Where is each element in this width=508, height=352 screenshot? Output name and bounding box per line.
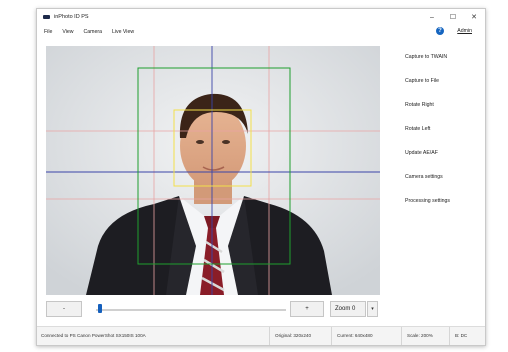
rotate-right-button[interactable]: Rotate Right	[389, 93, 479, 117]
camera-app-icon	[43, 15, 50, 19]
zoom-in-button[interactable]: +	[290, 301, 324, 317]
processing-settings-button[interactable]: Processing settings	[389, 189, 479, 213]
status-scale: Scale: 200%	[401, 327, 447, 345]
menu-view[interactable]: View	[62, 29, 73, 35]
rotate-left-button[interactable]: Rotate Left	[389, 117, 479, 141]
zoom-controls: - + Zoom 0 ▾	[46, 301, 380, 319]
chevron-down-icon[interactable]: ▾	[367, 301, 378, 317]
camera-settings-button[interactable]: Camera settings	[389, 165, 479, 189]
status-extra: B: DC	[449, 327, 485, 345]
help-icon[interactable]: ?	[436, 27, 444, 35]
menu-camera[interactable]: Camera	[84, 29, 102, 35]
action-panel: Capture to TWAIN Capture to File Rotate …	[389, 45, 479, 213]
zoom-slider-thumb[interactable]	[97, 304, 102, 313]
menu-file[interactable]: File	[44, 29, 52, 35]
status-connection: Connected to PS Canon PowerShot SX150IS …	[41, 333, 146, 338]
app-window: inPhoto ID PS – ☐ ✕ File View Camera Liv…	[36, 8, 486, 346]
capture-to-file-button[interactable]: Capture to File	[389, 69, 479, 93]
zoom-select[interactable]: Zoom 0	[330, 301, 366, 317]
maximize-button[interactable]: ☐	[446, 12, 460, 22]
window-title: inPhoto ID PS	[54, 14, 89, 20]
live-view-preview	[46, 46, 380, 295]
minimize-button[interactable]: –	[425, 12, 439, 22]
status-original: Original: 320x240	[269, 327, 331, 345]
camera-preview-image	[46, 46, 380, 295]
zoom-out-button[interactable]: -	[46, 301, 82, 317]
update-ae-af-button[interactable]: Update AE/AF	[389, 141, 479, 165]
capture-to-twain-button[interactable]: Capture to TWAIN	[389, 45, 479, 69]
menu-live-view[interactable]: Live View	[112, 29, 134, 35]
menu-bar: File View Camera Live View	[37, 25, 485, 39]
status-bar: Connected to PS Canon PowerShot SX150IS …	[37, 326, 485, 345]
admin-link[interactable]: Admin	[457, 28, 472, 34]
close-button[interactable]: ✕	[467, 12, 481, 22]
zoom-slider-track[interactable]	[96, 309, 286, 311]
title-bar: inPhoto ID PS – ☐ ✕	[37, 9, 485, 25]
status-current: Current: 640x480	[331, 327, 389, 345]
